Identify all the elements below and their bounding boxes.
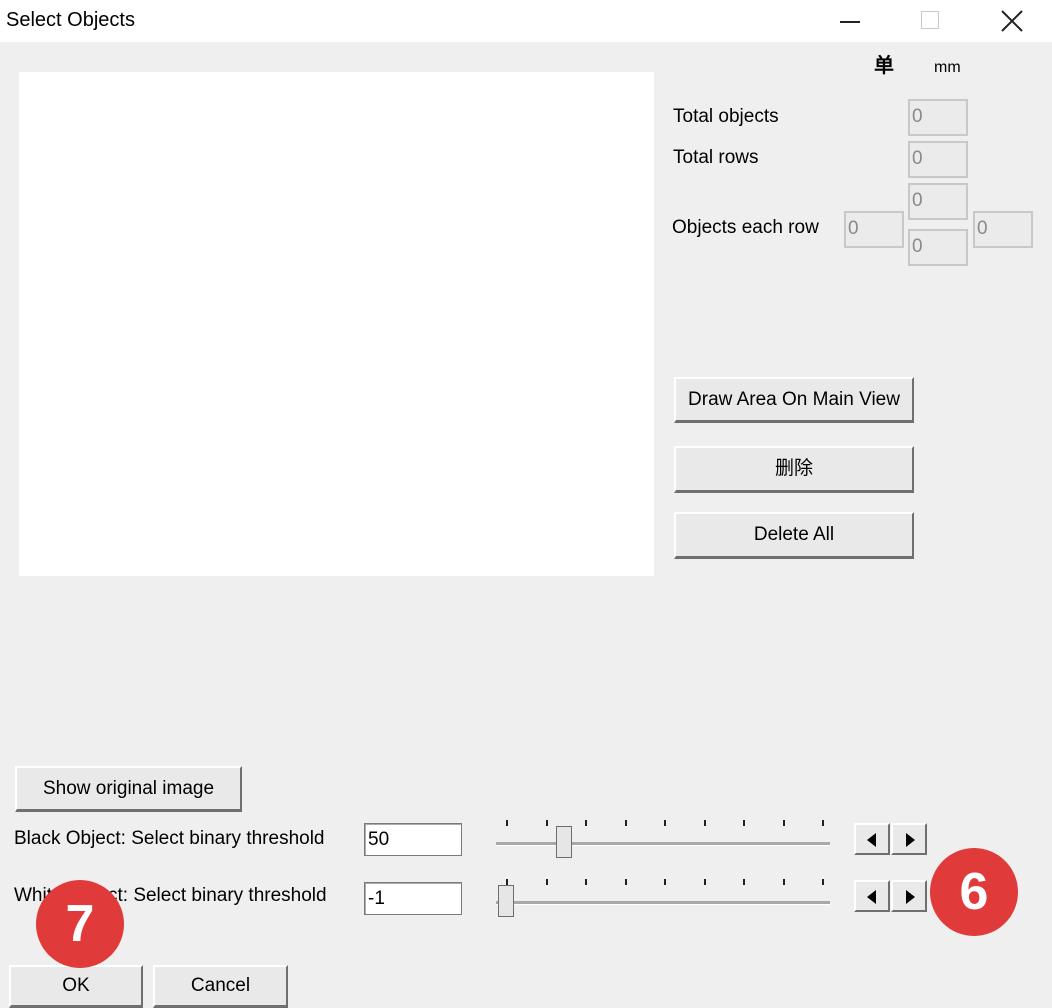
unit-secondary: mm [934, 59, 961, 76]
total-objects-field: 0 [908, 99, 968, 136]
unit-primary: 单 [874, 55, 894, 77]
total-rows-label: Total rows [673, 147, 759, 168]
minimize-icon [840, 21, 860, 23]
slider-track [496, 842, 830, 846]
black-threshold-increment-button[interactable] [891, 823, 927, 855]
slider-tick [743, 820, 745, 826]
white-threshold-increment-button[interactable] [891, 880, 927, 912]
objects-each-row-field-right: 0 [973, 211, 1033, 248]
slider-tick [585, 879, 587, 885]
step-badge-7: 7 [36, 880, 124, 968]
image-preview[interactable] [19, 72, 654, 576]
slider-tick [664, 820, 666, 826]
arrow-left-icon [867, 890, 876, 904]
slider-tick [546, 820, 548, 826]
slider-thumb[interactable] [556, 826, 572, 858]
slider-tick [783, 820, 785, 826]
black-threshold-label: Black Object: Select binary threshold [14, 828, 325, 849]
window-title: Select Objects [6, 9, 135, 31]
slider-tick [783, 879, 785, 885]
slider-tick [506, 820, 508, 826]
minimize-button[interactable] [820, 0, 880, 42]
arrow-right-icon [906, 833, 915, 847]
white-threshold-slider[interactable] [496, 875, 832, 923]
delete-all-button[interactable]: Delete All [674, 512, 914, 559]
slider-tick [546, 879, 548, 885]
draw-area-button[interactable]: Draw Area On Main View [674, 377, 914, 423]
total-objects-label: Total objects [673, 106, 779, 127]
slider-tick [704, 879, 706, 885]
black-threshold-input[interactable]: 50 [364, 823, 462, 856]
black-threshold-slider[interactable] [496, 816, 832, 864]
cancel-button[interactable]: Cancel [153, 965, 288, 1008]
arrow-right-icon [906, 890, 915, 904]
ok-button[interactable]: OK [9, 965, 143, 1008]
close-button[interactable] [982, 0, 1042, 42]
slider-tick [822, 879, 824, 885]
slider-tick [822, 820, 824, 826]
objects-each-row-field-bottom: 0 [908, 229, 968, 266]
step-badge-6: 6 [930, 848, 1018, 936]
objects-each-row-field-top: 0 [908, 183, 968, 220]
slider-tick [585, 820, 587, 826]
slider-tick [625, 879, 627, 885]
slider-thumb[interactable] [498, 885, 514, 917]
close-icon [1001, 10, 1023, 32]
slider-track [496, 901, 830, 905]
slider-tick [743, 879, 745, 885]
maximize-icon [921, 11, 939, 29]
white-threshold-input[interactable]: -1 [364, 882, 462, 915]
total-rows-field: 0 [908, 141, 968, 178]
slider-tick [625, 820, 627, 826]
slider-tick [664, 879, 666, 885]
black-threshold-decrement-button[interactable] [854, 823, 890, 855]
title-bar: Select Objects [0, 0, 1052, 42]
arrow-left-icon [867, 833, 876, 847]
objects-each-row-label: Objects each row [672, 217, 819, 238]
white-threshold-decrement-button[interactable] [854, 880, 890, 912]
slider-tick [704, 820, 706, 826]
objects-each-row-field-left: 0 [844, 211, 904, 248]
delete-button[interactable]: 删除 [674, 446, 914, 493]
maximize-button[interactable] [900, 0, 960, 42]
show-original-image-button[interactable]: Show original image [15, 766, 242, 812]
